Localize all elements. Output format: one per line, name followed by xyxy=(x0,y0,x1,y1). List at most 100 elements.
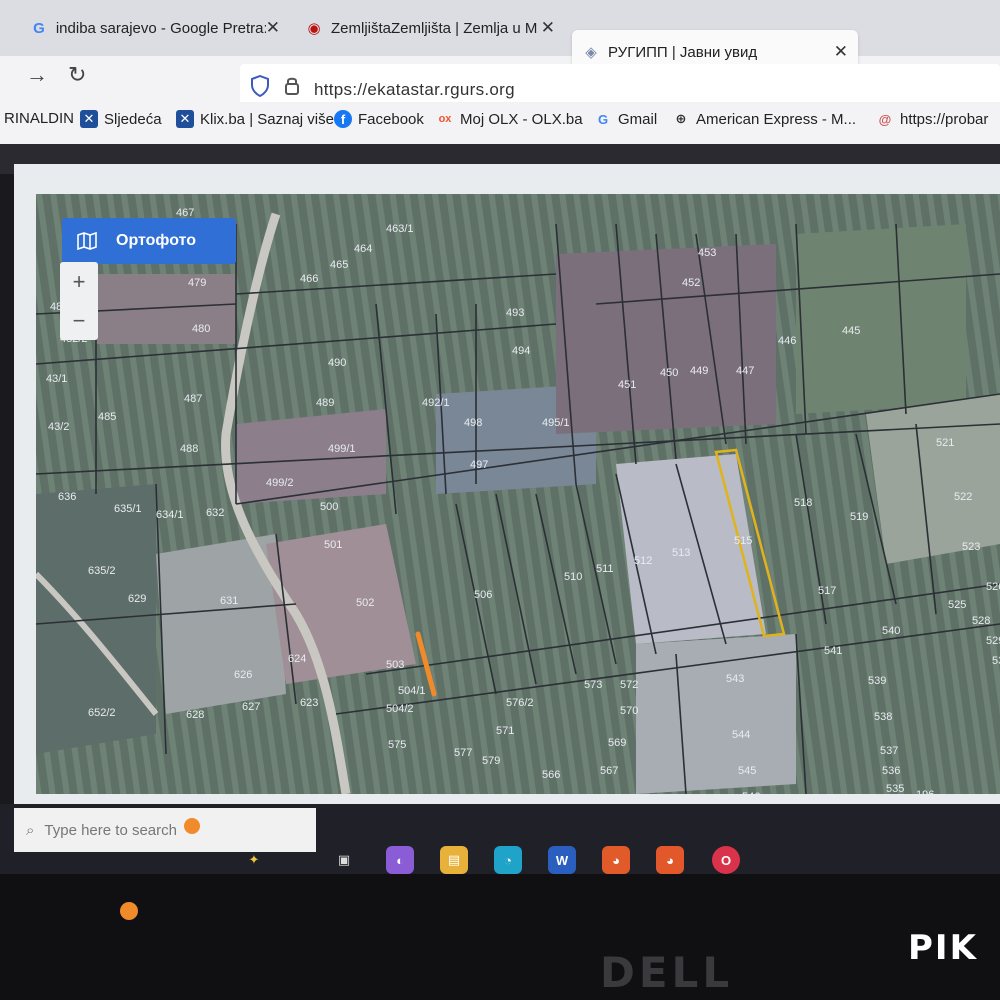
task-view-icon[interactable]: ▣ xyxy=(330,846,358,874)
search-icon: ⌕ xyxy=(26,821,35,839)
olx-icon: ox xyxy=(438,113,452,125)
map-icon xyxy=(72,226,102,256)
parcel-label: 539 xyxy=(868,675,886,687)
parcel-label: 465 xyxy=(330,259,348,271)
parcel-label: 537 xyxy=(880,745,898,757)
globe-icon: ⊕ xyxy=(675,111,687,126)
url-text[interactable]: https://ekatastar.rgurs.org xyxy=(314,80,515,100)
firefox-icon[interactable]: ◕ xyxy=(602,846,630,874)
shield-icon[interactable] xyxy=(250,74,270,102)
parcel-label: 631 xyxy=(220,595,238,607)
word-icon[interactable]: W xyxy=(548,846,576,874)
parcel-label: 540 xyxy=(882,625,900,637)
bookmark-sljedeca[interactable]: ✕ Sljedeća xyxy=(80,110,162,128)
bookmark-american-express[interactable]: ⊕ American Express - M... xyxy=(672,110,857,128)
bookmark-label: Gmail xyxy=(618,110,658,128)
taskbar-search-input[interactable]: ⌕ Type here to search xyxy=(14,808,316,852)
parcel-label: 538 xyxy=(874,711,892,723)
parcel-label: 519 xyxy=(850,511,868,523)
parcel-label: 573 xyxy=(584,679,602,691)
close-tab-icon[interactable]: ✕ xyxy=(834,42,848,62)
parcel-label: 502 xyxy=(356,597,374,609)
reload-icon[interactable]: ↻ xyxy=(68,62,86,88)
file-explorer-icon[interactable]: ▤ xyxy=(440,846,468,874)
dell-logo: DELL xyxy=(600,948,734,997)
bookmark-label: Klix.ba | Saznaj više xyxy=(200,110,334,128)
tab-title: indiba sarajevo - Google Pretra: xyxy=(55,19,266,37)
zoom-out-button[interactable]: − xyxy=(73,308,86,334)
tab-zemljista[interactable]: ◉ ZemljištaZemljišta | Zemlja u M ✕ xyxy=(295,8,565,48)
parcel-label: 572 xyxy=(620,679,638,691)
parcel-label: 500 xyxy=(320,501,338,513)
parcel-label: 526 xyxy=(986,581,1000,593)
parcel-label: 463/1 xyxy=(386,223,414,235)
klix-icon: ✕ xyxy=(176,110,194,128)
tab-title: РУГИПП | Јавни увид xyxy=(608,43,758,61)
tab-title: ZemljištaZemljišta | Zemlja u M xyxy=(331,19,538,37)
parcel-label: 543 xyxy=(726,673,744,685)
bookmark-label: Sljedeća xyxy=(104,110,162,128)
parcel-label: 43/2 xyxy=(48,421,69,433)
parcel-label: 523 xyxy=(962,541,980,553)
parcel-label: 545 xyxy=(738,765,756,777)
map-canvas[interactable]: 467463/1464465466479480482/2482487485488… xyxy=(36,194,1000,794)
parcel-label: 464 xyxy=(354,243,372,255)
bookmark-label: American Express - M... xyxy=(696,110,857,128)
pik-watermark: PIK xyxy=(908,928,978,968)
parcel-label: 466 xyxy=(300,273,318,285)
firefox-icon[interactable]: ◕ xyxy=(656,846,684,874)
bookmark-klix[interactable]: ✕ Klix.ba | Saznaj više xyxy=(176,110,334,128)
parcel-label: 652/2 xyxy=(88,707,116,719)
bookmark-label: RINALDIN xyxy=(4,110,75,127)
zoom-control: + − xyxy=(60,262,98,340)
sparkle-icon[interactable]: ✦ xyxy=(240,846,268,874)
orange-dot xyxy=(120,902,138,920)
bookmark-probar[interactable]: @ https://probar xyxy=(876,110,989,128)
orthophoto-layer-button[interactable]: Ортофото xyxy=(62,218,236,264)
opera-icon[interactable]: O xyxy=(712,846,740,874)
parcel-label: 518 xyxy=(794,497,812,509)
parcel-label: 546 xyxy=(742,791,760,794)
parcel-label: 196 xyxy=(916,789,934,794)
parcel-label: 541 xyxy=(824,645,842,657)
parcel-label: 566 xyxy=(542,769,560,781)
parcel-label: 635/2 xyxy=(88,565,116,577)
parcel-label: 528 xyxy=(972,615,990,627)
parcel-label: 635/1 xyxy=(114,503,142,515)
parcel-area xyxy=(636,634,796,794)
parcel-label: 492/1 xyxy=(422,397,450,409)
parcel-label: 447 xyxy=(736,365,754,377)
parcel-label: 515 xyxy=(734,535,752,547)
edge-icon[interactable]: ◔ xyxy=(494,846,522,874)
zoom-in-button[interactable]: + xyxy=(73,269,86,295)
forward-icon[interactable]: → xyxy=(26,62,48,88)
parcel-label: 511 xyxy=(596,563,614,575)
parcel-label: 494 xyxy=(512,345,530,357)
close-tab-icon[interactable]: ✕ xyxy=(266,18,280,38)
tab-google-search[interactable]: G indiba sarajevo - Google Pretra: ✕ xyxy=(20,8,290,48)
layer-button-label: Ортофото xyxy=(116,232,196,249)
close-tab-icon[interactable]: ✕ xyxy=(541,18,555,38)
parcel-label: 569 xyxy=(608,737,626,749)
bookmark-gmail[interactable]: G Gmail xyxy=(594,110,657,128)
parcel-label: 479 xyxy=(188,277,206,289)
parcel-label: 624 xyxy=(288,653,306,665)
parcel-label: 497 xyxy=(470,459,488,471)
parcel-label: 570 xyxy=(620,705,638,717)
bookmark-label: Moj OLX - OLX.ba xyxy=(460,110,583,128)
klix-icon: ✕ xyxy=(80,110,98,128)
parcel-label: 536 xyxy=(882,765,900,777)
copilot-icon[interactable]: ◐ xyxy=(386,846,414,874)
browser-window: G indiba sarajevo - Google Pretra: ✕ ◉ Z… xyxy=(0,0,1000,1000)
parcel-label: 510 xyxy=(564,571,582,583)
parcel-label: 504/1 xyxy=(398,685,426,697)
cadastral-map[interactable]: 467463/1464465466479480482/2482487485488… xyxy=(36,194,1000,794)
bookmark-facebook[interactable]: f Facebook xyxy=(334,110,424,128)
bookmark-olx[interactable]: ox Moj OLX - OLX.ba xyxy=(436,110,583,128)
parcel-label: 629 xyxy=(128,593,146,605)
parcel-label: 495/1 xyxy=(542,417,570,429)
parcel-label: 490 xyxy=(328,357,346,369)
bookmark-rinaldin[interactable]: RINALDIN xyxy=(4,110,74,127)
parcel-label: 451 xyxy=(618,379,636,391)
parcel-label: 579 xyxy=(482,755,500,767)
